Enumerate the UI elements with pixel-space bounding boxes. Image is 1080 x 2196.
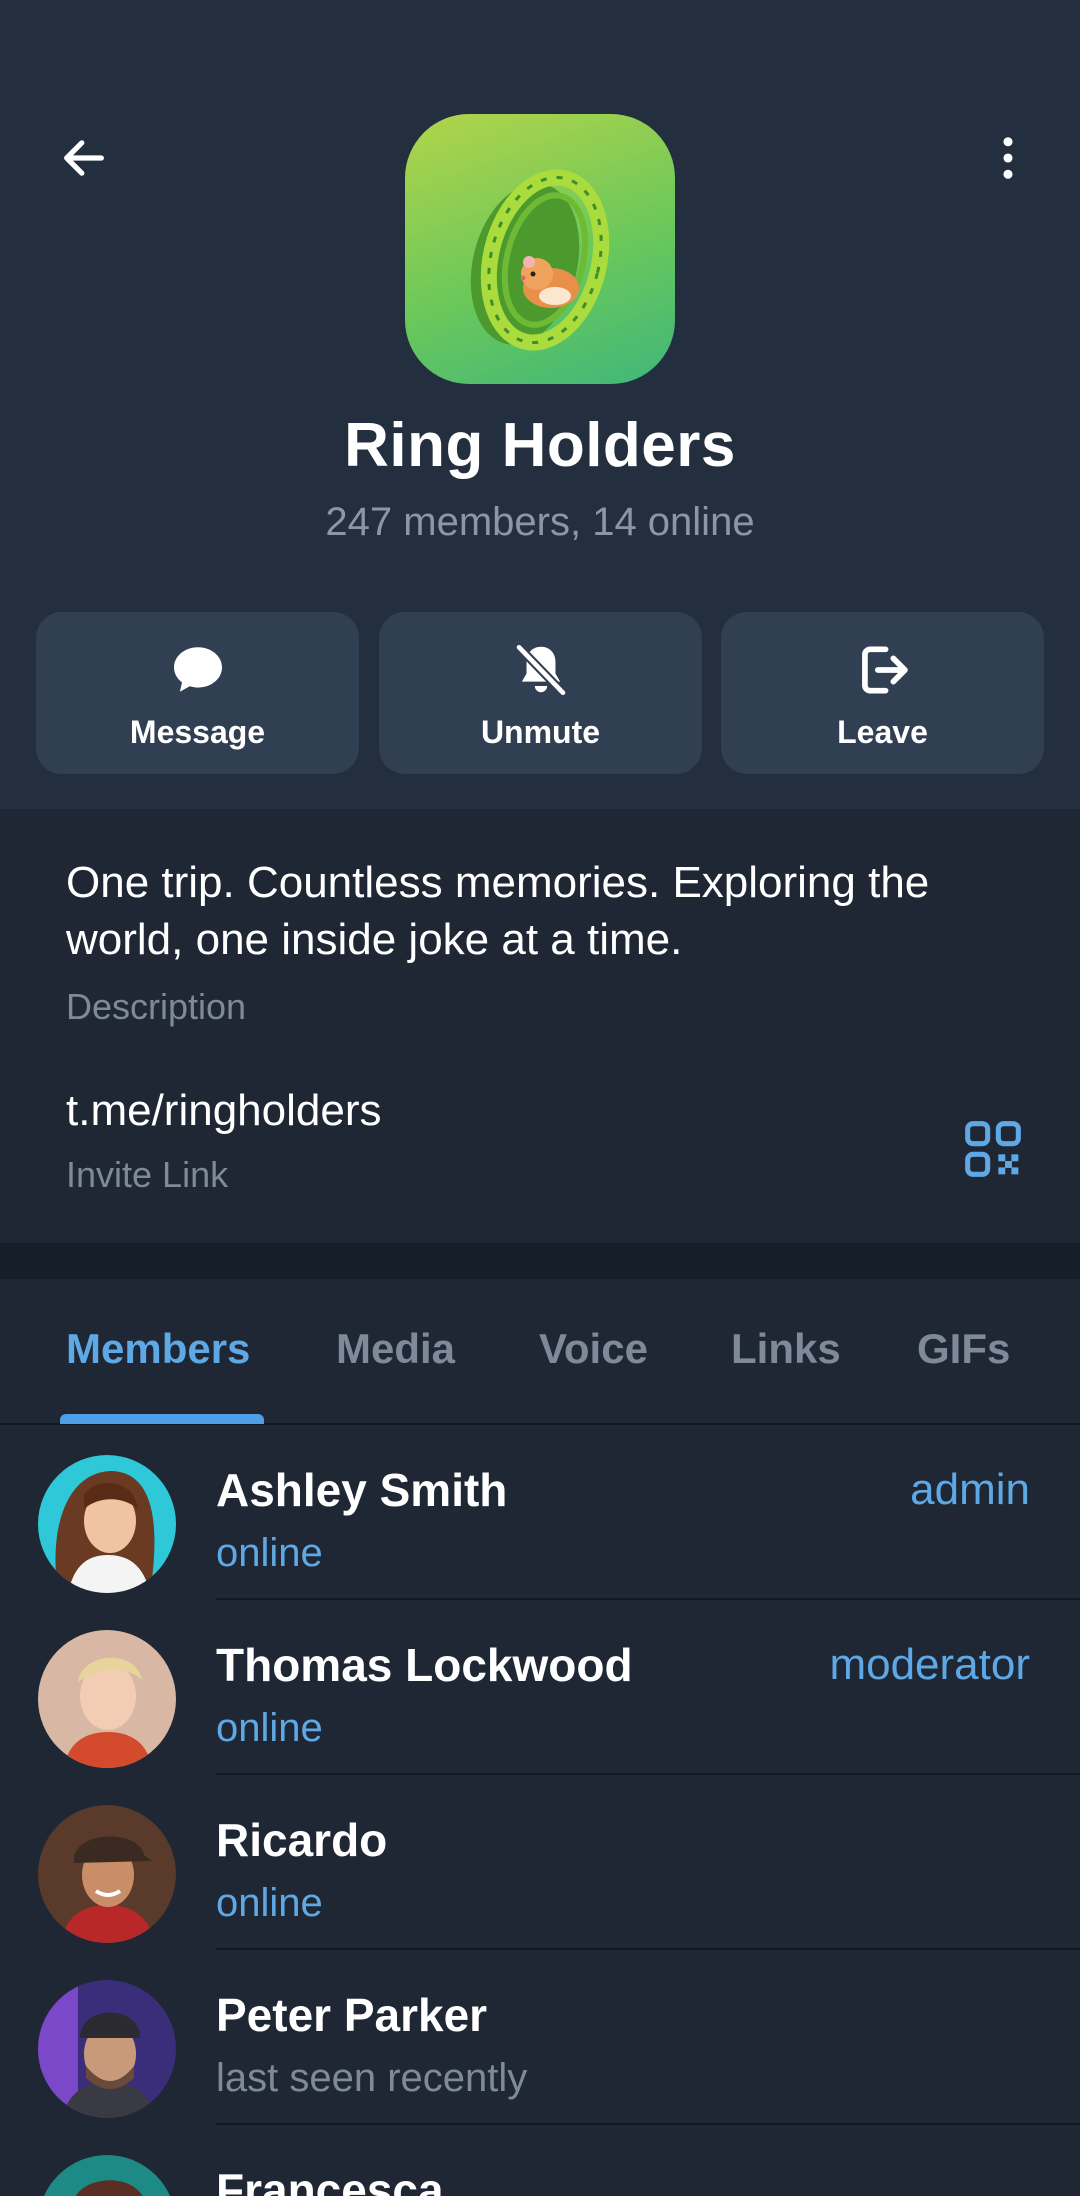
leave-button[interactable]: Leave: [721, 612, 1044, 774]
avatar: [38, 1455, 176, 1593]
avatar: [38, 2155, 176, 2196]
group-member-count: 247 members, 14 online: [325, 500, 755, 544]
tab-members[interactable]: Members: [66, 1325, 250, 1373]
more-options-button[interactable]: [968, 118, 1048, 198]
tab-voice[interactable]: Voice: [539, 1325, 648, 1373]
unmute-button-label: Unmute: [480, 714, 601, 750]
qr-code-button[interactable]: [952, 1108, 1034, 1190]
member-row[interactable]: Peter Parker last seen recently: [0, 1950, 1080, 2125]
active-tab-indicator: [60, 1414, 264, 1424]
leave-button-label: Leave: [837, 714, 928, 750]
message-button-label: Message: [129, 714, 266, 750]
member-status: online: [216, 1881, 323, 1925]
logout-icon: [851, 638, 915, 702]
member-role: moderator: [829, 1640, 1030, 1689]
more-vertical-icon: [1003, 137, 1013, 179]
bell-off-icon: [509, 638, 573, 702]
unmute-button[interactable]: Unmute: [379, 612, 702, 774]
member-role: admin: [910, 1465, 1030, 1514]
invite-link[interactable]: t.me/ringholders: [66, 1086, 381, 1136]
member-status: online: [216, 1706, 323, 1750]
member-row[interactable]: Ashley Smith online admin: [0, 1425, 1080, 1600]
group-name: Ring Holders: [344, 411, 736, 480]
media-tabs: Members Media Voice Links GIFs: [0, 1279, 1080, 1425]
member-name: Francesca: [216, 2164, 444, 2196]
member-row[interactable]: Ricardo online: [0, 1775, 1080, 1950]
group-avatar[interactable]: [405, 114, 675, 384]
member-name: Peter Parker: [216, 1989, 488, 2041]
tab-gifs[interactable]: GIFs: [917, 1325, 1010, 1373]
avatar: [38, 1630, 176, 1768]
members-list: Ashley Smith online admin Thomas Lockwoo…: [0, 1425, 1080, 2196]
member-row[interactable]: Francesca: [0, 2125, 1080, 2196]
description-text: One trip. Countless memories. Exploring …: [66, 858, 930, 964]
profile-header: Ring Holders 247 members, 14 online Mess…: [0, 0, 1080, 809]
invite-link-label: Invite Link: [66, 1154, 229, 1195]
description-label: Description: [66, 986, 247, 1027]
avatar: [38, 1805, 176, 1943]
avatar: [38, 1980, 176, 2118]
back-button[interactable]: [44, 118, 124, 198]
section-divider: [0, 1243, 1080, 1279]
qr-code-icon: [965, 1121, 1021, 1177]
member-row[interactable]: Thomas Lockwood online moderator: [0, 1600, 1080, 1775]
member-name: Thomas Lockwood: [216, 1639, 633, 1691]
hamster-wheel-icon: [470, 169, 610, 351]
tab-media[interactable]: Media: [336, 1325, 455, 1373]
message-icon: [166, 638, 230, 702]
tab-links[interactable]: Links: [731, 1325, 841, 1373]
member-name: Ashley Smith: [216, 1464, 508, 1516]
member-name: Ricardo: [216, 1814, 388, 1866]
arrow-left-icon: [64, 140, 104, 176]
member-status: online: [216, 1531, 323, 1575]
message-button[interactable]: Message: [36, 612, 359, 774]
member-status: last seen recently: [216, 2056, 528, 2100]
